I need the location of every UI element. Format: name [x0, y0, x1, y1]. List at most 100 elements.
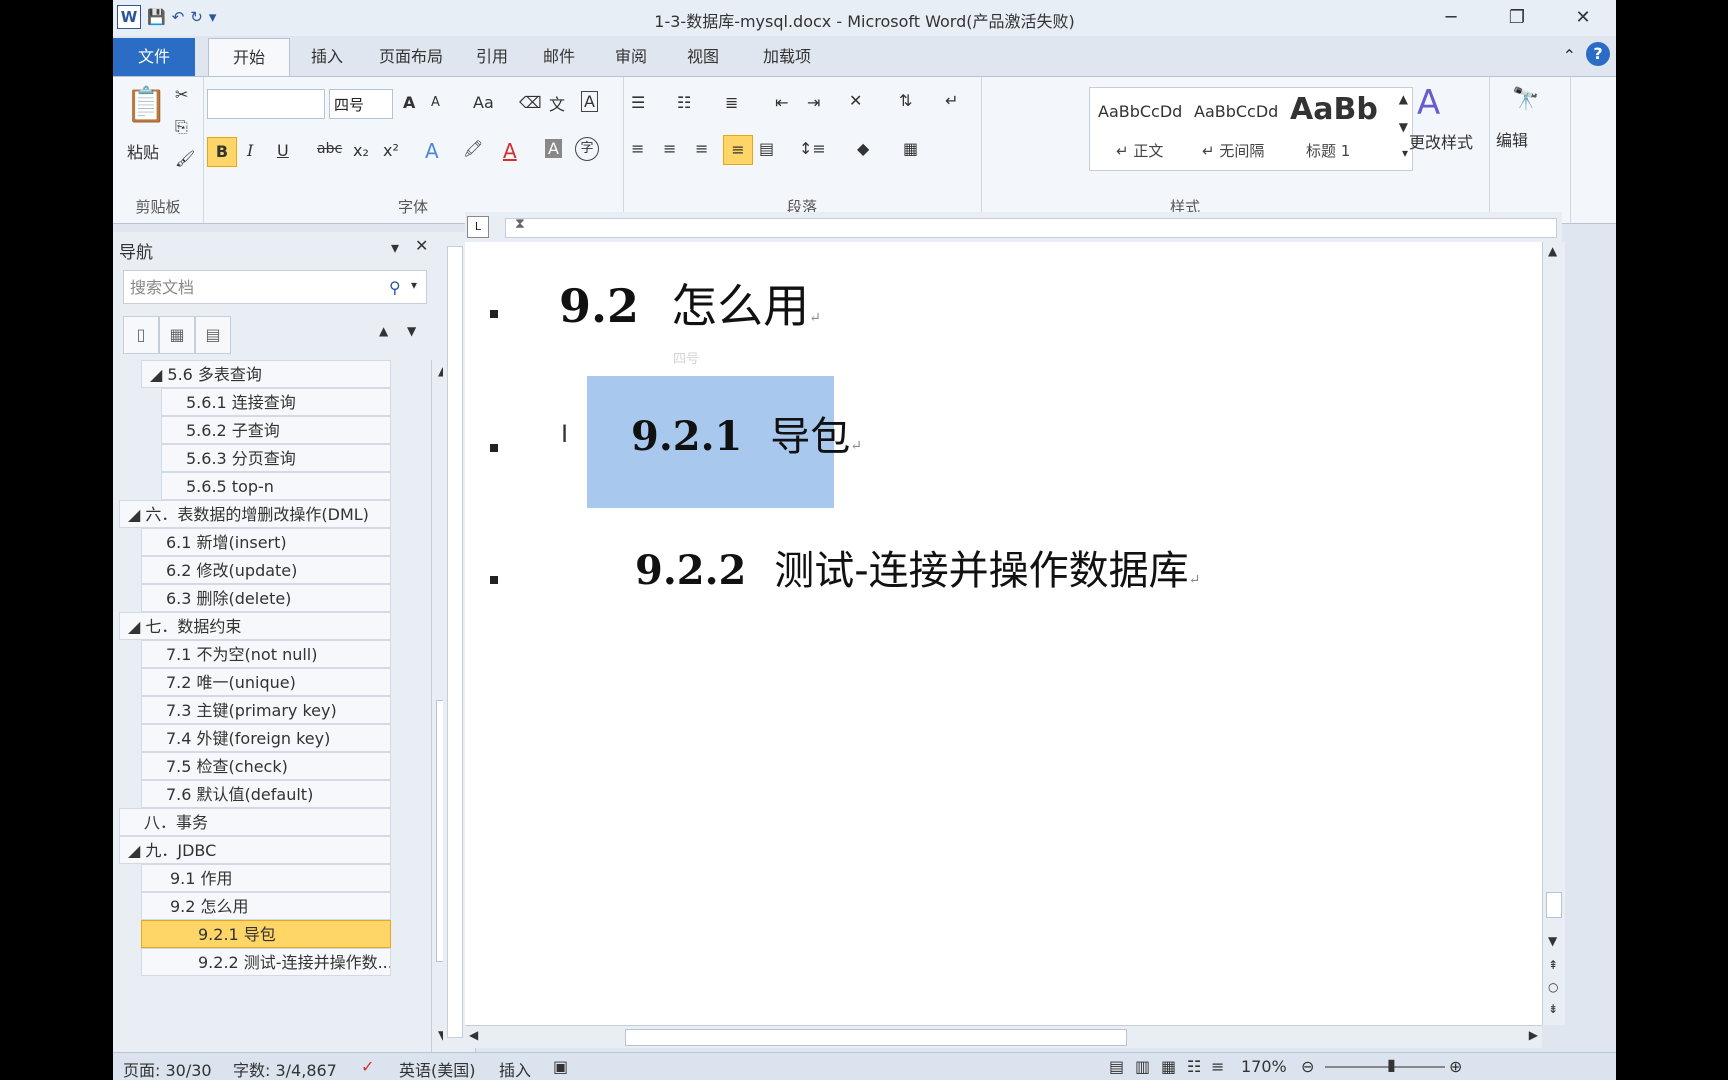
tab-insert[interactable]: 插入	[293, 38, 361, 76]
zoom-in-icon[interactable]: ⊕	[1449, 1057, 1462, 1076]
nav-item[interactable]: 5.6.2 子查询	[161, 416, 391, 444]
char-shading-icon[interactable]: A	[545, 139, 562, 158]
outline-view-icon[interactable]: ☷	[1187, 1057, 1201, 1076]
strikethrough-button[interactable]: abc	[317, 141, 342, 157]
phonetic-guide-icon[interactable]: 文	[549, 91, 565, 115]
help-icon[interactable]: ?	[1586, 42, 1610, 66]
char-border-icon[interactable]: A	[581, 91, 598, 112]
mini-font-size[interactable]: 四号	[673, 348, 699, 367]
nav-item[interactable]: 9.2 怎么用	[141, 892, 391, 920]
align-left-icon[interactable]: ≡	[631, 139, 644, 158]
next-page-icon[interactable]: ⇟	[1548, 1002, 1558, 1016]
tab-selector-icon[interactable]: L	[467, 216, 489, 238]
shrink-font-button[interactable]: A	[431, 95, 440, 110]
print-layout-view-icon[interactable]: ▤	[1109, 1057, 1124, 1076]
distributed-icon[interactable]: ▤	[759, 139, 774, 158]
font-family-combo[interactable]	[207, 89, 325, 119]
style-normal-preview[interactable]: AaBbCcDd	[1098, 102, 1182, 121]
cut-icon[interactable]: ✂	[175, 85, 188, 104]
language-indicator[interactable]: 英语(美国)	[399, 1057, 476, 1080]
nav-item[interactable]: 6.1 新增(insert)	[141, 528, 391, 556]
copy-icon[interactable]: ⎘	[175, 117, 188, 137]
insert-mode-indicator[interactable]: 插入	[499, 1057, 531, 1080]
proofing-icon[interactable]: ✓	[361, 1057, 374, 1076]
decrease-indent-icon[interactable]: ⇤	[775, 93, 788, 112]
align-center-icon[interactable]: ≡	[663, 139, 676, 158]
grow-font-button[interactable]: A	[403, 93, 415, 112]
hscroll-right-icon[interactable]: ▶	[1529, 1028, 1538, 1042]
nav-search-input[interactable]: 搜索文档	[123, 270, 427, 304]
justify-icon[interactable]: ≡	[723, 135, 753, 165]
shading-icon[interactable]: ◆	[857, 139, 869, 158]
nav-item[interactable]: ◢ 七．数据约束	[119, 612, 391, 640]
bold-button[interactable]: B	[207, 137, 237, 167]
font-color-icon[interactable]: A	[503, 139, 517, 163]
doc-scroll-thumb[interactable]	[1546, 892, 1562, 918]
numbering-icon[interactable]: ☷	[677, 93, 691, 112]
doc-scroll-up-icon[interactable]: ▲	[1548, 244, 1557, 258]
nav-item[interactable]: 9.2.2 测试-连接并操作数...	[141, 948, 391, 976]
text-effects-icon[interactable]: A	[425, 139, 439, 163]
bullets-icon[interactable]: ☰	[631, 93, 645, 112]
indent-marker-icon[interactable]: ⧗	[515, 216, 525, 232]
borders-icon[interactable]: ▦	[903, 139, 918, 158]
browse-object-icon[interactable]: ○	[1548, 980, 1558, 994]
nav-item[interactable]: 6.3 删除(delete)	[141, 584, 391, 612]
line-spacing-icon[interactable]: ↕≡	[799, 139, 826, 158]
nav-prev-icon[interactable]: ▲	[379, 324, 388, 338]
web-layout-view-icon[interactable]: ▦	[1161, 1057, 1176, 1076]
nav-item-selected[interactable]: 9.2.1 导包	[141, 920, 391, 948]
enclose-char-icon[interactable]: 字	[575, 137, 599, 161]
style-heading1-name[interactable]: 标题 1	[1306, 140, 1350, 161]
heading-9-2-2[interactable]: 9.2.2 测试-连接并操作数据库↵	[635, 538, 1200, 596]
document-horizontal-scrollbar[interactable]: ◀ ▶	[465, 1025, 1542, 1048]
italic-button[interactable]: I	[247, 141, 253, 160]
nav-item[interactable]: 八．事务	[119, 808, 391, 836]
gallery-down-icon[interactable]: ▼	[1399, 120, 1408, 134]
nav-next-icon[interactable]: ▼	[407, 324, 416, 338]
subscript-button[interactable]: x₂	[353, 141, 369, 160]
horizontal-ruler[interactable]: L ⧗	[465, 212, 1562, 243]
style-heading1-preview[interactable]: AaBb	[1290, 92, 1378, 127]
close-button[interactable]: ✕	[1550, 0, 1616, 36]
tab-references[interactable]: 引用	[461, 38, 523, 76]
nav-item[interactable]: 7.2 唯一(unique)	[141, 668, 391, 696]
heading-9-2[interactable]: 9.2 怎么用↵	[559, 270, 821, 336]
restore-button[interactable]: ❐	[1484, 0, 1550, 36]
highlight-icon[interactable]: 🖍	[463, 139, 483, 158]
word-count[interactable]: 字数: 3/4,867	[233, 1057, 337, 1080]
zoom-out-icon[interactable]: ⊖	[1301, 1057, 1314, 1076]
nav-item[interactable]: 7.5 检查(check)	[141, 752, 391, 780]
paste-icon[interactable]: 📋	[125, 85, 167, 125]
tab-file[interactable]: 文件	[113, 38, 195, 76]
paste-button[interactable]: 粘贴	[127, 139, 159, 163]
gallery-more-icon[interactable]: ▾	[1402, 146, 1408, 160]
nav-item[interactable]: ◢ 九．JDBC	[119, 836, 391, 864]
search-icon[interactable]: ⚲	[389, 278, 401, 297]
nav-tab-pages[interactable]: ▦	[159, 316, 195, 354]
change-styles-icon[interactable]: A	[1417, 83, 1440, 123]
tab-view[interactable]: 视图	[669, 38, 737, 76]
change-styles-button[interactable]: 更改样式	[1409, 129, 1473, 153]
minimize-button[interactable]: ─	[1418, 0, 1484, 36]
chinese-layout-icon[interactable]: ✕	[849, 91, 862, 110]
full-screen-view-icon[interactable]: ▥	[1135, 1057, 1150, 1076]
tab-home[interactable]: 开始	[208, 38, 290, 78]
document-vertical-scrollbar[interactable]: ▲ ▼ ⇞ ○ ⇟	[1542, 242, 1565, 1025]
mini-toolbar[interactable]: 四号	[581, 340, 851, 398]
prev-page-icon[interactable]: ⇞	[1548, 958, 1558, 972]
change-case-button[interactable]: Aa	[473, 93, 494, 112]
font-size-combo[interactable]: 四号	[329, 89, 393, 119]
nav-item[interactable]: ◢ 六．表数据的增删改操作(DML)	[119, 500, 391, 528]
zoom-level[interactable]: 170%	[1241, 1057, 1287, 1076]
search-dropdown-icon[interactable]: ▾	[411, 278, 417, 292]
hscroll-left-icon[interactable]: ◀	[469, 1028, 478, 1042]
gallery-up-icon[interactable]: ▲	[1399, 92, 1408, 106]
superscript-button[interactable]: x²	[383, 141, 399, 160]
underline-button[interactable]: U	[277, 141, 289, 160]
multilevel-list-icon[interactable]: ≣	[725, 93, 738, 112]
nav-item[interactable]: 9.1 作用	[141, 864, 391, 892]
style-nospacing-preview[interactable]: AaBbCcDd	[1194, 102, 1278, 121]
find-binoculars-icon[interactable]: 🔭	[1512, 87, 1539, 112]
nav-item[interactable]: 6.2 修改(update)	[141, 556, 391, 584]
